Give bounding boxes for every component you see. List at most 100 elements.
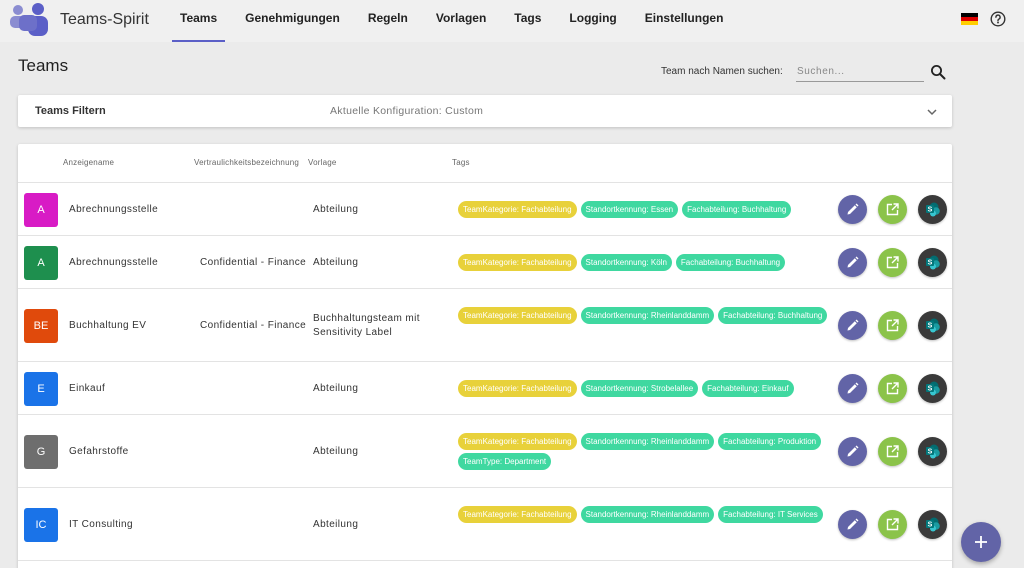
sharepoint-icon: S: [925, 444, 940, 459]
top-bar: Teams-Spirit Teams Genehmigungen Regeln Vor…: [0, 0, 1024, 42]
tag-list: TeamKategorie: Fachabteilung Standortkenn…: [458, 200, 828, 218]
tag-chip: Standortkennung: Rheinlanddamm: [580, 306, 715, 324]
sharepoint-button[interactable]: S: [918, 373, 947, 403]
open-in-new-icon: [886, 255, 899, 268]
sharepoint-button[interactable]: S: [918, 194, 947, 224]
help-icon[interactable]: [990, 11, 1006, 27]
teams-table: Anzeigename Vertraulichkeitsbezeichnung …: [18, 144, 952, 568]
sharepoint-button[interactable]: S: [918, 436, 947, 466]
template-name: Abteilung: [313, 256, 359, 268]
template-name: Abteilung: [313, 445, 359, 457]
team-name[interactable]: Einkauf: [69, 383, 105, 394]
pencil-icon: [847, 319, 859, 330]
svg-text:S: S: [927, 207, 932, 214]
german-flag-icon[interactable]: [961, 13, 978, 25]
tab-genehmigungen[interactable]: Genehmigungen: [231, 0, 354, 42]
plus-icon: [975, 536, 987, 548]
tag-chip: Fachabteilung: Buchhaltung: [682, 200, 792, 218]
template-name: Abteilung: [313, 203, 359, 215]
add-team-button[interactable]: [961, 522, 1001, 562]
svg-text:S: S: [927, 323, 932, 330]
sensitivity-label: Confidential - Finance: [200, 256, 307, 268]
template-name: Abteilung: [313, 382, 359, 394]
header-sensitivity-label: Vertraulichkeitsbezeichnung: [194, 158, 300, 167]
edit-button[interactable]: [838, 247, 867, 277]
header-tags: Tags: [452, 158, 470, 167]
table-row: G Gefahrstoffe Abteilung TeamKategorie: Fac…: [18, 415, 952, 488]
open-external-button[interactable]: [878, 373, 907, 403]
pencil-icon: [847, 445, 859, 456]
search-icon[interactable]: [930, 64, 946, 80]
open-external-button[interactable]: [878, 509, 907, 539]
search-input[interactable]: [796, 62, 924, 82]
team-avatar: G: [24, 434, 58, 469]
chevron-down-icon[interactable]: [926, 107, 938, 117]
edit-button[interactable]: [838, 436, 867, 466]
open-in-new-icon: [886, 444, 899, 457]
team-name[interactable]: Abrechnungsstelle: [69, 257, 158, 268]
tag-chip: Standortkennung: Rheinlanddamm: [580, 432, 715, 450]
tab-tags[interactable]: Tags: [500, 0, 555, 42]
tag-list: TeamKategorie: Fachabteilung Standortkenn…: [458, 253, 828, 271]
template-name: Abteilung: [313, 518, 359, 530]
main-nav: Teams Genehmigungen Regeln Vorlagen Tags Logg…: [166, 0, 737, 42]
tag-chip: TeamType: Department: [458, 452, 552, 470]
tag-list: TeamKategorie: Fachabteilung Standortkenn…: [458, 306, 828, 324]
header-template: Vorlage: [308, 158, 337, 167]
sharepoint-icon: S: [925, 202, 940, 217]
filter-panel[interactable]: Teams Filtern Aktuelle Konfiguration: Cu…: [18, 95, 952, 127]
tag-chip: Standortkennung: Essen: [580, 200, 679, 218]
team-name[interactable]: Buchhaltung EV: [69, 320, 146, 331]
tag-list: TeamKategorie: Fachabteilung Standortkenn…: [458, 432, 828, 470]
tag-chip: TeamKategorie: Fachabteilung: [458, 432, 577, 450]
open-external-button[interactable]: [878, 310, 907, 340]
tab-vorlagen[interactable]: Vorlagen: [422, 0, 500, 42]
open-external-button[interactable]: [878, 436, 907, 466]
template-name: Buchhaltungsteam mit Sensitivity Label: [313, 312, 420, 338]
sharepoint-icon: S: [925, 517, 940, 532]
team-name[interactable]: Abrechnungsstelle: [69, 204, 158, 215]
team-avatar: BE: [24, 308, 58, 343]
team-avatar: A: [24, 245, 58, 280]
tab-teams[interactable]: Teams: [166, 0, 231, 42]
sharepoint-button[interactable]: S: [918, 310, 947, 340]
tag-chip: Standortkennung: Rheinlanddamm: [580, 505, 715, 523]
table-row: BE Buchhaltung EV Confidential - Finance Bu…: [18, 289, 952, 362]
open-in-new-icon: [886, 318, 899, 331]
filter-config-text: Aktuelle Konfiguration: Custom: [330, 105, 484, 117]
tag-chip: Fachabteilung: IT Services: [718, 505, 823, 523]
sensitivity-label: Confidential - Finance: [200, 319, 307, 331]
open-external-button[interactable]: [878, 247, 907, 277]
open-in-new-icon: [886, 517, 899, 530]
tag-chip: Standortkennung: Strobelallee: [580, 379, 699, 397]
tab-regeln[interactable]: Regeln: [354, 0, 422, 42]
filter-title: Teams Filtern: [35, 105, 106, 117]
sharepoint-button[interactable]: S: [918, 509, 947, 539]
tag-chip: TeamKategorie: Fachabteilung: [458, 253, 577, 271]
open-external-button[interactable]: [878, 194, 907, 224]
tag-chip: Fachabteilung: Produktion: [718, 432, 822, 450]
tag-list: TeamKategorie: Fachabteilung Standortkenn…: [458, 379, 828, 397]
edit-button[interactable]: [838, 373, 867, 403]
table-row: IC IT Consulting Abteilung TeamKategorie: F…: [18, 488, 952, 561]
edit-button[interactable]: [838, 194, 867, 224]
edit-button[interactable]: [838, 509, 867, 539]
edit-button[interactable]: [838, 310, 867, 340]
tag-chip: TeamKategorie: Fachabteilung: [458, 200, 577, 218]
pencil-icon: [847, 382, 859, 393]
app-title: Teams-Spirit: [60, 11, 149, 28]
table-row: A Abrechnungsstelle Abteilung TeamKategorie…: [18, 183, 952, 236]
sharepoint-button[interactable]: S: [918, 247, 947, 277]
team-avatar: IC: [24, 507, 58, 542]
tag-list: TeamKategorie: Fachabteilung Standortkenn…: [458, 505, 828, 523]
sharepoint-icon: S: [925, 255, 940, 270]
team-name[interactable]: IT Consulting: [69, 519, 133, 530]
tag-chip: Fachabteilung: Buchhaltung: [718, 306, 828, 324]
teams-logo-icon: [10, 3, 48, 36]
tab-logging[interactable]: Logging: [555, 0, 630, 42]
team-name[interactable]: Gefahrstoffe: [69, 446, 129, 457]
header-display-name: Anzeigename: [63, 158, 115, 167]
pencil-icon: [847, 203, 859, 214]
tab-einstellungen[interactable]: Einstellungen: [631, 0, 738, 42]
sharepoint-icon: S: [925, 318, 940, 333]
